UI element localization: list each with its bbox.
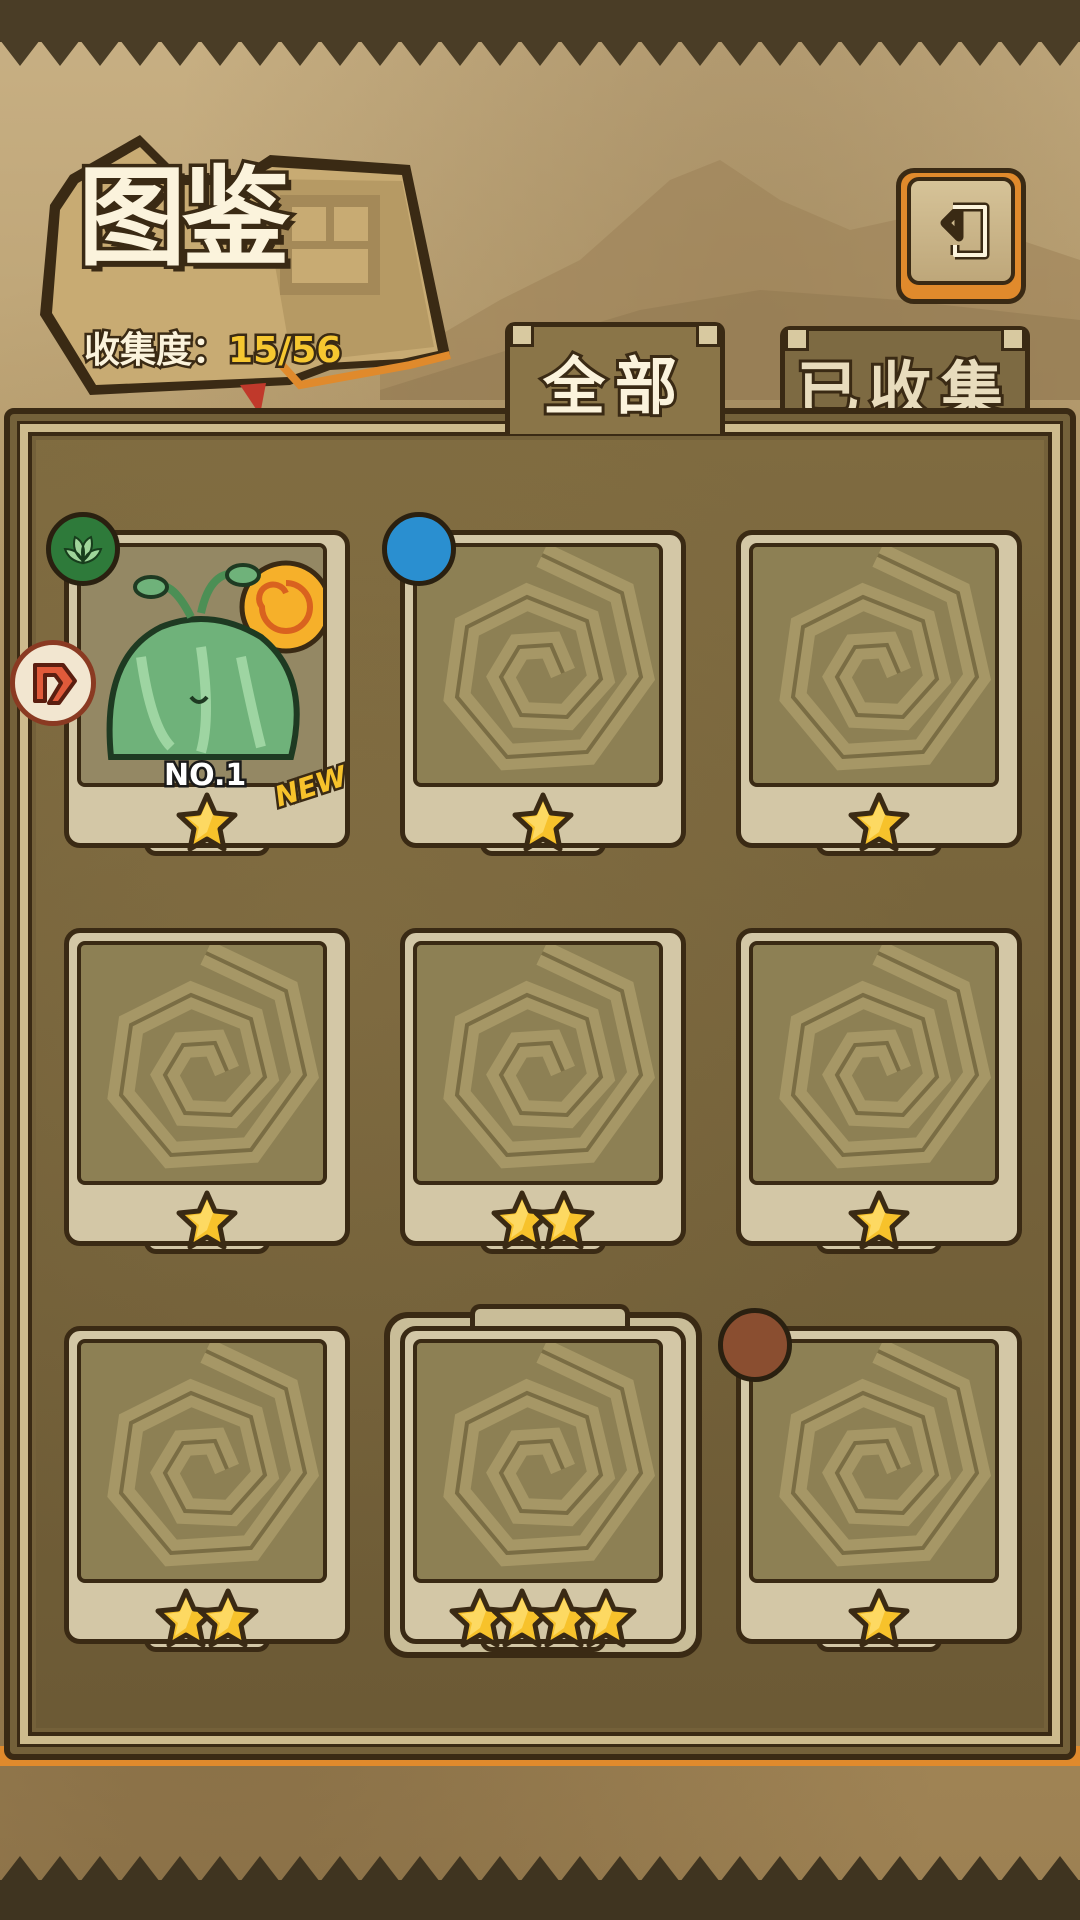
star-rating: [736, 1190, 1022, 1250]
locked-card-icon: [77, 1339, 327, 1583]
water-element-icon: [382, 512, 456, 586]
collection-value: 15/56: [226, 330, 344, 371]
bottom-border: [0, 1880, 1080, 1920]
return-arrow-icon: [940, 202, 990, 260]
locked-card-icon: [413, 1339, 663, 1583]
collection-card[interactable]: [718, 1308, 1022, 1652]
star-rating: [64, 1190, 350, 1250]
attack-class-icon: [10, 640, 96, 726]
tab-corner-right: [1001, 327, 1025, 351]
collection-card[interactable]: [64, 1326, 350, 1652]
locked-card-icon: [749, 543, 999, 787]
star-rating: [400, 792, 686, 852]
card-number-label: NO.1: [161, 756, 248, 796]
collection-card[interactable]: [382, 512, 686, 856]
page-title: 图鉴: [74, 156, 293, 281]
star-rating: [400, 1588, 686, 1648]
leaf-element-icon: [46, 512, 120, 586]
tab-all[interactable]: 全部: [505, 322, 725, 434]
locked-card-icon: [413, 543, 663, 787]
locked-card-icon: [749, 941, 999, 1185]
star-rating: [400, 1190, 686, 1250]
star-icon: [848, 1190, 910, 1250]
top-zigzag-border: [0, 30, 1080, 66]
earth-element-icon: [718, 1308, 792, 1382]
collection-progress: 收集度：15/56: [81, 330, 344, 371]
star-icon: [176, 1190, 238, 1250]
collection-card[interactable]: NO.1 NEW: [10, 512, 353, 856]
star-icon: [197, 1588, 259, 1648]
locked-card-icon: [77, 941, 327, 1185]
collection-card[interactable]: [64, 928, 350, 1254]
star-icon: [848, 1588, 910, 1648]
collection-card[interactable]: [736, 928, 1022, 1254]
star-rating: [736, 792, 1022, 852]
tab-corner-left: [785, 327, 809, 351]
collection-card[interactable]: [384, 1304, 702, 1658]
collection-card[interactable]: [400, 928, 686, 1254]
back-button-face: [907, 177, 1015, 285]
tab-corner-right: [696, 323, 720, 347]
star-rating: [64, 1588, 350, 1648]
star-icon: [176, 792, 238, 852]
locked-card-icon: [413, 941, 663, 1185]
star-icon: [512, 792, 574, 852]
star-icon: [575, 1588, 637, 1648]
tab-corner-left: [510, 323, 534, 347]
locked-card-icon: [749, 1339, 999, 1583]
star-icon: [533, 1190, 595, 1250]
star-icon: [848, 792, 910, 852]
tab-all-label: 全部: [540, 347, 687, 426]
collection-label: 收集度：: [81, 330, 230, 371]
star-rating: [736, 1588, 1022, 1648]
back-button[interactable]: [896, 168, 1026, 304]
collection-card[interactable]: [736, 530, 1022, 856]
